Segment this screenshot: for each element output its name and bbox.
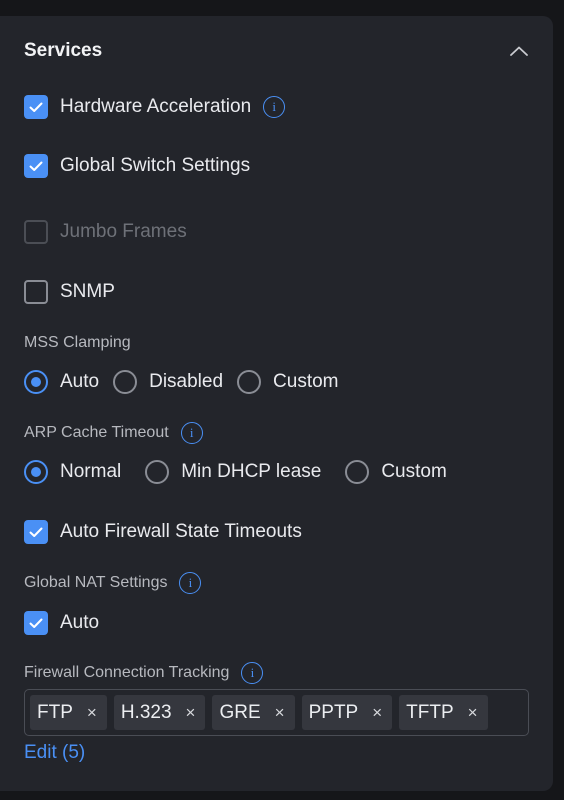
tag-label: TFTP bbox=[406, 701, 454, 723]
tag-label: GRE bbox=[219, 701, 261, 723]
global-switch-settings-row: Global Switch Settings bbox=[24, 154, 250, 178]
snmp-row: SNMP bbox=[24, 280, 115, 304]
radio-selected-icon[interactable] bbox=[24, 460, 48, 484]
mss-clamping-title: MSS Clamping bbox=[24, 334, 131, 351]
radio-icon[interactable] bbox=[237, 370, 262, 394]
mss-clamping-radio-group: Auto Disabled Custom bbox=[24, 370, 353, 394]
tag-pptp: PPTP × bbox=[301, 695, 393, 730]
info-icon[interactable]: i bbox=[241, 662, 264, 684]
check-icon bbox=[29, 527, 43, 537]
tag-tftp: TFTP × bbox=[399, 695, 488, 730]
radio-label: Custom bbox=[381, 461, 447, 482]
radio-label: Disabled bbox=[149, 371, 224, 392]
remove-tag-icon[interactable]: × bbox=[372, 703, 382, 723]
radio-label: Min DHCP lease bbox=[181, 461, 322, 482]
hardware-acceleration-row: Hardware Acceleration i bbox=[24, 95, 286, 119]
mss-clamping-label: MSS Clamping bbox=[24, 334, 131, 352]
remove-tag-icon[interactable]: × bbox=[186, 703, 196, 723]
auto-firewall-state-timeouts-label: Auto Firewall State Timeouts bbox=[60, 521, 302, 542]
radio-label: Custom bbox=[273, 371, 339, 392]
jumbo-frames-checkbox bbox=[24, 220, 48, 244]
edit-link[interactable]: Edit (5) bbox=[24, 742, 85, 764]
radio-icon[interactable] bbox=[145, 460, 170, 484]
arp-cache-timeout-label: ARP Cache Timeout i bbox=[24, 422, 203, 444]
remove-tag-icon[interactable]: × bbox=[87, 703, 97, 723]
firewall-tracking-tag-input[interactable]: FTP × H.323 × GRE × PPTP × TFTP × bbox=[24, 689, 529, 736]
global-switch-settings-checkbox[interactable] bbox=[24, 154, 48, 178]
tag-h323: H.323 × bbox=[113, 695, 206, 730]
radio-label: Auto bbox=[60, 371, 100, 392]
check-icon bbox=[29, 102, 43, 112]
tag-label: PPTP bbox=[308, 701, 359, 723]
global-nat-settings-title: Global NAT Settings bbox=[24, 574, 168, 591]
auto-firewall-state-timeouts-row: Auto Firewall State Timeouts bbox=[24, 520, 302, 544]
mss-clamping-option-disabled[interactable]: Disabled bbox=[113, 370, 223, 394]
tag-ftp: FTP × bbox=[30, 695, 107, 730]
chevron-up-icon[interactable] bbox=[508, 40, 530, 62]
global-nat-auto-row: Auto bbox=[24, 611, 99, 635]
firewall-connection-tracking-label: Firewall Connection Tracking i bbox=[24, 662, 264, 684]
arp-option-normal[interactable]: Normal bbox=[24, 460, 121, 484]
check-icon bbox=[29, 618, 43, 628]
global-switch-settings-label: Global Switch Settings bbox=[60, 155, 251, 176]
tag-label: H.323 bbox=[120, 701, 172, 723]
section-header[interactable]: Services bbox=[24, 40, 530, 62]
hardware-acceleration-checkbox[interactable] bbox=[24, 95, 48, 119]
global-nat-auto-label: Auto bbox=[60, 612, 100, 633]
tag-gre: GRE × bbox=[212, 695, 295, 730]
remove-tag-icon[interactable]: × bbox=[275, 703, 285, 723]
arp-cache-timeout-title: ARP Cache Timeout bbox=[24, 424, 169, 441]
snmp-checkbox[interactable] bbox=[24, 280, 48, 304]
jumbo-frames-label: Jumbo Frames bbox=[60, 221, 187, 242]
jumbo-frames-row: Jumbo Frames bbox=[24, 220, 187, 244]
hardware-acceleration-label: Hardware Acceleration bbox=[60, 96, 252, 117]
info-icon[interactable]: i bbox=[179, 572, 202, 594]
global-nat-auto-checkbox[interactable] bbox=[24, 611, 48, 635]
radio-icon[interactable] bbox=[113, 370, 138, 394]
snmp-label: SNMP bbox=[60, 281, 115, 302]
radio-icon[interactable] bbox=[345, 460, 370, 484]
mss-clamping-option-custom[interactable]: Custom bbox=[237, 370, 339, 394]
radio-label: Normal bbox=[60, 461, 122, 482]
check-icon bbox=[29, 161, 43, 171]
arp-option-min-dhcp-lease[interactable]: Min DHCP lease bbox=[145, 460, 321, 484]
remove-tag-icon[interactable]: × bbox=[468, 703, 478, 723]
info-icon[interactable]: i bbox=[263, 96, 286, 118]
tag-label: FTP bbox=[37, 701, 73, 723]
auto-firewall-state-timeouts-checkbox[interactable] bbox=[24, 520, 48, 544]
mss-clamping-option-auto[interactable]: Auto bbox=[24, 370, 99, 394]
radio-selected-icon[interactable] bbox=[24, 370, 48, 394]
arp-option-custom[interactable]: Custom bbox=[345, 460, 447, 484]
section-title: Services bbox=[24, 40, 103, 61]
arp-cache-timeout-radio-group: Normal Min DHCP lease Custom bbox=[24, 460, 461, 484]
info-icon[interactable]: i bbox=[180, 422, 203, 444]
firewall-connection-tracking-title: Firewall Connection Tracking bbox=[24, 664, 230, 681]
global-nat-settings-label: Global NAT Settings i bbox=[24, 572, 202, 594]
